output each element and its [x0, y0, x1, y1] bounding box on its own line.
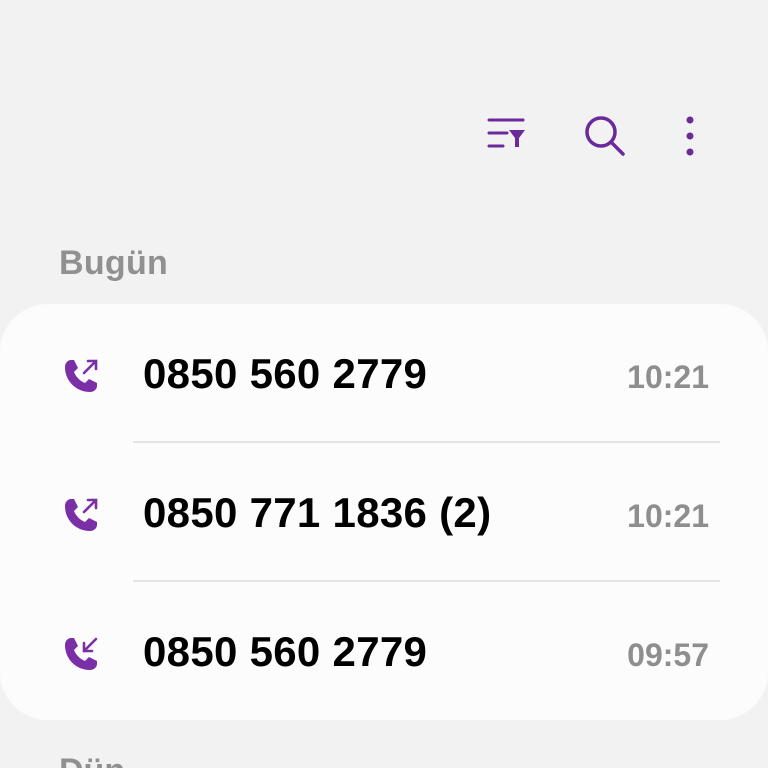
divider — [133, 441, 720, 443]
more-vertical-icon — [686, 116, 694, 156]
outgoing-call-icon — [65, 498, 98, 531]
call-log-row[interactable]: 0850 771 1836 (2) 10:21 — [0, 445, 768, 584]
section-header-today: Bugün — [59, 244, 169, 282]
more-options-button[interactable] — [662, 108, 718, 164]
call-time: 10:21 — [627, 498, 709, 534]
phone-number: 0850 560 2779 — [143, 350, 428, 397]
filter-button[interactable] — [479, 108, 535, 164]
filter-list-icon — [487, 118, 525, 148]
phone-number: 0850 560 2779 — [143, 628, 428, 675]
search-icon — [585, 116, 625, 156]
call-log-screen: Bugün 0850 560 2779 10:21 0850 771 1836 … — [0, 0, 768, 768]
call-list-card: 0850 560 2779 10:21 0850 771 1836 (2) 10… — [0, 304, 768, 720]
divider — [133, 580, 720, 582]
toolbar — [0, 108, 768, 164]
section-header-yesterday: Dün — [59, 752, 125, 768]
call-time: 10:21 — [627, 359, 709, 395]
phone-number: 0850 771 1836 (2) — [143, 489, 492, 536]
call-time: 09:57 — [627, 637, 709, 673]
outgoing-call-icon — [65, 359, 98, 392]
call-log-row[interactable]: 0850 560 2779 09:57 — [0, 584, 768, 720]
call-log-row[interactable]: 0850 560 2779 10:21 — [0, 306, 768, 445]
incoming-call-icon — [65, 637, 98, 670]
search-button[interactable] — [577, 108, 633, 164]
